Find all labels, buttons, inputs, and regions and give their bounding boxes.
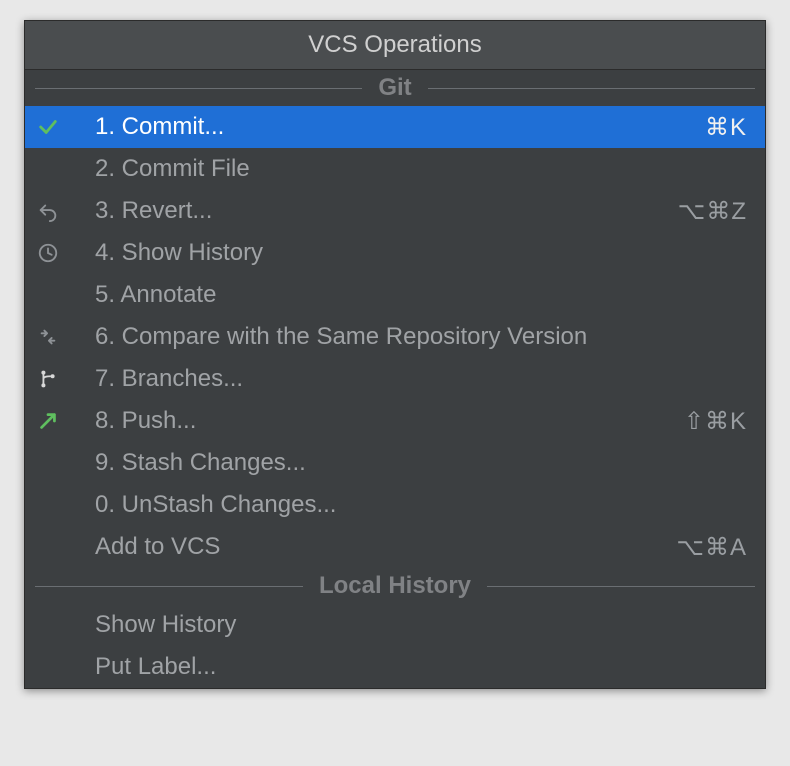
section-header-label: Local History [313, 572, 477, 600]
menu-item-shortcut: ⇧⌘K [684, 407, 747, 436]
menu-item-label: 7. Branches... [65, 365, 243, 393]
menu-item-annotate[interactable]: 5. Annotate [25, 274, 765, 316]
revert-icon [31, 200, 65, 222]
menu-item-label: 4. Show History [65, 239, 263, 267]
menu-item-put-label[interactable]: Put Label... [25, 646, 765, 688]
menu-item-label: 2. Commit File [65, 155, 250, 183]
menu-item-stash[interactable]: 9. Stash Changes... [25, 442, 765, 484]
menu-item-label: Add to VCS [65, 533, 220, 561]
menu-item-push[interactable]: 8. Push... ⇧⌘K [25, 400, 765, 442]
branch-icon [31, 368, 65, 390]
menu-item-revert[interactable]: 3. Revert... ⌥⌘Z [25, 190, 765, 232]
menu-item-shortcut: ⌥⌘A [676, 533, 747, 562]
menu-item-label: Show History [65, 611, 236, 639]
menu-item-label: Put Label... [65, 653, 216, 681]
history-icon [31, 242, 65, 264]
menu-item-commit-file[interactable]: 2. Commit File [25, 148, 765, 190]
check-icon [31, 116, 65, 138]
menu-item-label: 6. Compare with the Same Repository Vers… [65, 323, 587, 351]
menu-item-commit[interactable]: 1. Commit... ⌘K [25, 106, 765, 148]
menu-item-add-to-vcs[interactable]: Add to VCS ⌥⌘A [25, 526, 765, 568]
menu-item-label: 9. Stash Changes... [65, 449, 306, 477]
menu-item-branches[interactable]: 7. Branches... [25, 358, 765, 400]
section-header-label: Git [372, 74, 417, 102]
menu-item-show-history[interactable]: 4. Show History [25, 232, 765, 274]
menu-item-compare[interactable]: 6. Compare with the Same Repository Vers… [25, 316, 765, 358]
menu-item-shortcut: ⌘K [705, 113, 747, 142]
menu-item-label: 8. Push... [65, 407, 196, 435]
section-header-local-history: Local History [25, 568, 765, 604]
compare-icon [31, 326, 65, 348]
menu-item-label: 3. Revert... [65, 197, 212, 225]
menu-item-label: 0. UnStash Changes... [65, 491, 336, 519]
section-header-git: Git [25, 70, 765, 106]
menu-item-label: 5. Annotate [65, 281, 216, 309]
push-icon [31, 410, 65, 432]
menu-item-unstash[interactable]: 0. UnStash Changes... [25, 484, 765, 526]
vcs-operations-popup: VCS Operations Git 1. Commit... ⌘K 2. Co… [24, 20, 766, 689]
menu-item-label: 1. Commit... [65, 113, 224, 141]
popup-title: VCS Operations [25, 21, 765, 70]
menu-item-shortcut: ⌥⌘Z [678, 197, 747, 226]
menu-item-local-show-history[interactable]: Show History [25, 604, 765, 646]
